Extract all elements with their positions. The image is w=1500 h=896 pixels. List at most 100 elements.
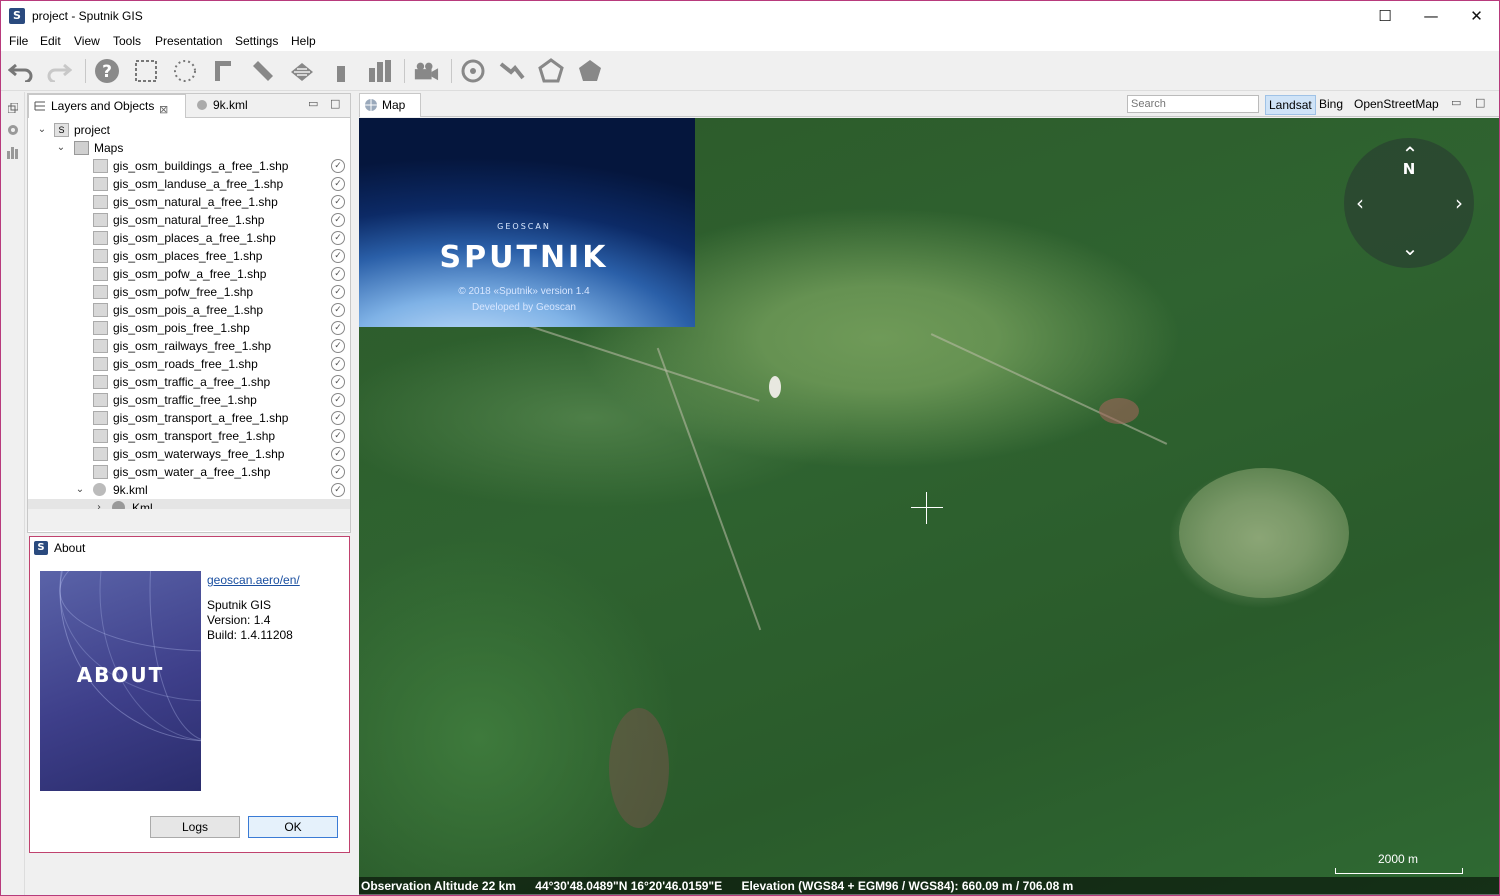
map-search-input[interactable]	[1127, 95, 1259, 113]
tree-layer-item[interactable]: gis_osm_transport_free_1.shp ✓	[28, 427, 350, 445]
tree-label: gis_osm_natural_free_1.shp	[113, 213, 265, 227]
menu-view[interactable]: View	[74, 34, 100, 48]
measure-line-icon[interactable]	[250, 58, 276, 84]
tree-layer-item[interactable]: gis_osm_buildings_a_free_1.shp ✓	[28, 157, 350, 175]
tree-folder-maps[interactable]: ⌄ Maps	[28, 139, 350, 157]
tree-layer-item[interactable]: gis_osm_roads_free_1.shp ✓	[28, 355, 350, 373]
visibility-toggle-icon[interactable]: ✓	[331, 357, 345, 371]
tree-layer-item[interactable]: gis_osm_places_free_1.shp ✓	[28, 247, 350, 265]
source-openstreetmap[interactable]: OpenStreetMap	[1351, 95, 1442, 115]
minimize-map-icon[interactable]: ▭	[1451, 96, 1461, 109]
source-landsat[interactable]: Landsat	[1265, 95, 1316, 115]
visibility-toggle-icon[interactable]: ✓	[331, 303, 345, 317]
visibility-toggle-icon[interactable]: ✓	[331, 267, 345, 281]
visibility-toggle-icon[interactable]: ✓	[331, 339, 345, 353]
source-bing[interactable]: Bing	[1316, 95, 1346, 115]
menu-presentation[interactable]: Presentation	[155, 34, 222, 48]
menu-edit[interactable]: Edit	[40, 34, 61, 48]
polygon-icon[interactable]	[538, 58, 564, 84]
logs-button[interactable]: Logs	[150, 816, 240, 838]
tree-label: gis_osm_pofw_free_1.shp	[113, 285, 254, 299]
collapse-icon[interactable]: ⌄	[36, 121, 48, 139]
undo-icon[interactable]	[8, 58, 34, 84]
pan-right-icon[interactable]: ›	[1448, 193, 1470, 213]
help-icon[interactable]: ?	[94, 58, 120, 84]
close-tab-icon[interactable]: ⊠	[159, 99, 168, 121]
tree-label: gis_osm_places_free_1.shp	[113, 249, 263, 263]
tree-layer-item[interactable]: gis_osm_pofw_a_free_1.shp ✓	[28, 265, 350, 283]
visibility-toggle-icon[interactable]: ✓	[331, 249, 345, 263]
tree-layer-item[interactable]: gis_osm_railways_free_1.shp ✓	[28, 337, 350, 355]
tree-node-kml-file[interactable]: ⌄ 9k.kml ✓	[28, 481, 350, 499]
shapefile-icon	[93, 411, 108, 425]
splash-title: SPUTNIK	[439, 240, 609, 275]
visibility-toggle-icon[interactable]: ✓	[331, 465, 345, 479]
path-icon[interactable]	[499, 58, 525, 84]
tab-layers-and-objects[interactable]: Layers and Objects ⊠	[28, 94, 186, 118]
menu-settings[interactable]: Settings	[235, 34, 278, 48]
visibility-toggle-icon[interactable]: ✓	[331, 321, 345, 335]
pan-down-icon[interactable]: ⌄	[1399, 238, 1421, 258]
tree-root-project[interactable]: ⌄ S project	[28, 121, 350, 139]
area-icon[interactable]	[289, 58, 315, 84]
profile-icon[interactable]	[367, 58, 393, 84]
shapefile-icon	[93, 159, 108, 173]
minimize-panel-icon[interactable]: ▭	[308, 97, 318, 110]
redo-icon[interactable]	[46, 58, 72, 84]
ruler-icon[interactable]	[211, 58, 237, 84]
tree-layer-item[interactable]: gis_osm_pofw_free_1.shp ✓	[28, 283, 350, 301]
tree-layer-item[interactable]: gis_osm_waterways_free_1.shp ✓	[28, 445, 350, 463]
north-indicator: N	[1402, 160, 1416, 178]
visibility-toggle-icon[interactable]: ✓	[331, 393, 345, 407]
settings-gear-icon[interactable]	[5, 122, 21, 138]
visibility-toggle-icon[interactable]: ✓	[331, 285, 345, 299]
rect-select-icon[interactable]	[133, 58, 159, 84]
visibility-toggle-icon[interactable]: ✓	[331, 195, 345, 209]
target-icon[interactable]	[460, 58, 486, 84]
height-icon[interactable]	[328, 58, 354, 84]
menu-help[interactable]: Help	[291, 34, 316, 48]
visibility-toggle-icon[interactable]: ✓	[331, 231, 345, 245]
collapse-icon[interactable]: ⌄	[55, 139, 67, 157]
chart-icon[interactable]	[5, 144, 21, 160]
geoscan-link[interactable]: geoscan.aero/en/	[207, 573, 300, 587]
pan-left-icon[interactable]: ‹	[1349, 193, 1371, 213]
tree-layer-item[interactable]: gis_osm_transport_a_free_1.shp ✓	[28, 409, 350, 427]
visibility-toggle-icon[interactable]: ✓	[331, 411, 345, 425]
collapse-icon[interactable]: ⌄	[74, 481, 86, 499]
camera-icon[interactable]	[413, 58, 439, 84]
visibility-toggle-icon[interactable]: ✓	[331, 213, 345, 227]
filled-polygon-icon[interactable]	[577, 58, 603, 84]
menu-tools[interactable]: Tools	[113, 34, 141, 48]
tree-layer-item[interactable]: gis_osm_traffic_free_1.shp ✓	[28, 391, 350, 409]
tree-layer-item[interactable]: gis_osm_pois_a_free_1.shp ✓	[28, 301, 350, 319]
globe-icon	[197, 100, 207, 110]
navigation-compass[interactable]: ⌃ N ‹ › ⌄	[1344, 138, 1474, 268]
horizontal-scrollbar[interactable]	[28, 509, 350, 531]
close-button[interactable]: ✕	[1454, 1, 1499, 31]
restore-icon[interactable]	[5, 100, 21, 116]
visibility-toggle-icon[interactable]: ✓	[331, 429, 345, 443]
tree-layer-item[interactable]: gis_osm_traffic_a_free_1.shp ✓	[28, 373, 350, 391]
tree-layer-item[interactable]: gis_osm_places_a_free_1.shp ✓	[28, 229, 350, 247]
tree-layer-item[interactable]: gis_osm_water_a_free_1.shp ✓	[28, 463, 350, 481]
visibility-toggle-icon[interactable]: ✓	[331, 447, 345, 461]
ok-button[interactable]: OK	[248, 816, 338, 838]
lasso-select-icon[interactable]	[172, 58, 198, 84]
visibility-toggle-icon[interactable]: ✓	[331, 483, 345, 497]
tree-layer-item[interactable]: gis_osm_pois_free_1.shp ✓	[28, 319, 350, 337]
map-view[interactable]: GEOSCAN SPUTNIK © 2018 «Sputnik» version…	[359, 118, 1499, 894]
tab-map[interactable]: Map	[359, 93, 421, 117]
maximize-panel-icon[interactable]: □	[330, 97, 340, 110]
visibility-toggle-icon[interactable]: ✓	[331, 177, 345, 191]
tree-layer-item[interactable]: gis_osm_natural_a_free_1.shp ✓	[28, 193, 350, 211]
visibility-toggle-icon[interactable]: ✓	[331, 159, 345, 173]
tree-layer-item[interactable]: gis_osm_landuse_a_free_1.shp ✓	[28, 175, 350, 193]
tab-kml[interactable]: 9k.kml	[191, 94, 279, 118]
visibility-toggle-icon[interactable]: ✓	[331, 375, 345, 389]
maximize-map-icon[interactable]: □	[1475, 96, 1485, 109]
maximize-button[interactable]: ☐	[1362, 1, 1408, 31]
tree-layer-item[interactable]: gis_osm_natural_free_1.shp ✓	[28, 211, 350, 229]
tree-label: 9k.kml	[113, 483, 148, 497]
menu-file[interactable]: File	[9, 34, 28, 48]
